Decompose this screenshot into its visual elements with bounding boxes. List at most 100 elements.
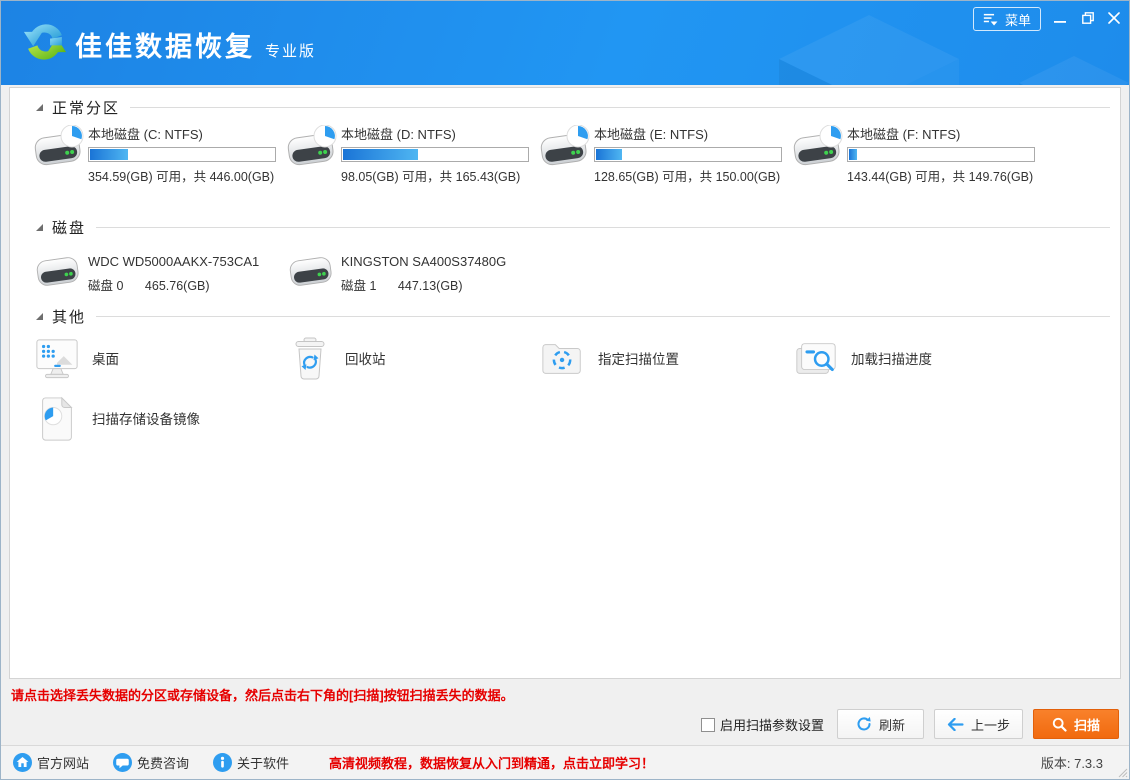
other-item-specify-location[interactable]: 指定扫描位置 [538,335,791,385]
partition-name: 本地磁盘 (D: NTFS) [341,121,538,143]
close-icon [1108,12,1120,24]
scan-settings-label: 启用扫描参数设置 [720,715,824,734]
official-website-link[interactable]: 官方网站 [13,753,89,772]
usage-bar [594,147,782,162]
restore-button[interactable] [1077,7,1099,29]
scan-settings-checkbox-group[interactable]: 启用扫描参数设置 [701,715,824,734]
section-title: 其他 [52,306,86,327]
back-label: 上一步 [971,715,1010,734]
free-consultation-link[interactable]: 免费咨询 [113,753,189,772]
usage-bar-fill [596,149,622,160]
partition-usage-text: 98.05(GB) 可用，共 165.43(GB) [341,166,538,185]
partition-name: 本地磁盘 (C: NTFS) [88,121,285,143]
resize-grip[interactable] [1116,766,1128,778]
partition-item-f[interactable]: 本地磁盘 (F: NTFS) 143.44(GB) 可用，共 149.76(GB… [791,121,1044,183]
disks-row: WDC WD5000AAKX-753CA1 磁盘 0 465.76(GB) KI… [32,248,1110,298]
partition-drive-icon [285,125,337,173]
other-item-recycle-bin[interactable]: 回收站 [285,335,538,385]
partition-item-d[interactable]: 本地磁盘 (D: NTFS) 98.05(GB) 可用，共 165.43(GB) [285,121,538,183]
disk-item-1[interactable]: KINGSTON SA400S37480G 磁盘 1 447.13(GB) [285,248,538,298]
partition-name: 本地磁盘 (F: NTFS) [847,121,1044,143]
usage-bar [88,147,276,162]
folder-target-icon [540,336,586,382]
restore-icon [1082,12,1094,24]
refresh-label: 刷新 [879,715,905,734]
back-button[interactable]: 上一步 [934,709,1023,739]
section-divider [96,316,1110,317]
instruction-hint: 请点击选择丢失数据的分区或存储设备，然后点击右下角的[扫描]按钮扫描丢失的数据。 [11,685,514,704]
partition-item-e[interactable]: 本地磁盘 (E: NTFS) 128.65(GB) 可用，共 150.00(GB… [538,121,791,183]
collapse-triangle-icon [36,104,43,111]
minimize-button[interactable] [1049,7,1071,29]
refresh-icon [856,716,872,732]
other-item-scan-image[interactable]: 扫描存储设备镜像 [32,395,285,445]
official-website-label: 官方网站 [37,753,89,772]
menu-label: 菜单 [1005,10,1031,29]
about-software-link[interactable]: 关于软件 [213,753,289,772]
menu-button[interactable]: 菜单 [973,7,1041,31]
partition-name: 本地磁盘 (E: NTFS) [594,121,791,143]
home-icon [13,753,32,772]
header-cubes-decoration [569,1,1129,85]
usage-bar-fill [90,149,128,160]
disk-model: WDC WD5000AAKX-753CA1 [88,248,285,269]
partition-drive-icon [791,125,843,173]
magnifier-icon [1052,717,1067,732]
section-header-disks[interactable]: 磁盘 [10,216,1120,238]
partitions-row: 本地磁盘 (C: NTFS) 354.59(GB) 可用，共 446.00(GB… [32,121,1110,183]
partition-drive-icon [32,125,84,173]
usage-bar-fill [343,149,418,160]
disk-model: KINGSTON SA400S37480G [341,248,538,269]
other-item-load-progress[interactable]: 加载扫描进度 [791,335,1044,385]
usage-bar-fill [849,149,857,160]
section-title: 正常分区 [52,97,120,118]
disk-drive-icon [32,250,84,292]
app-logo-icon [18,15,72,69]
refresh-button[interactable]: 刷新 [837,709,924,739]
load-progress-icon [793,336,839,382]
footer-bar: 官方网站 免费咨询 关于软件 高清视频教程，数据恢复从入门到精通，点击立即学习！… [1,745,1129,779]
arrow-left-icon [947,718,964,731]
app-title: 佳佳数据恢复 [75,32,255,62]
about-software-label: 关于软件 [237,753,289,772]
device-list-panel: 正常分区 本地磁盘 (C: NTFS) 354.59(GB) 可用，共 446.… [9,87,1121,679]
recycle-bin-icon [287,336,333,382]
close-button[interactable] [1103,7,1125,29]
scan-button[interactable]: 扫描 [1033,709,1119,739]
desktop-icon [34,336,80,382]
usage-bar [847,147,1035,162]
partition-usage-text: 354.59(GB) 可用，共 446.00(GB) [88,166,285,185]
disk-label: 磁盘 0 [88,279,123,293]
section-header-others[interactable]: 其他 [10,305,1120,327]
app-title-group: 佳佳数据恢复专业版 [75,25,316,64]
disk-capacity: 465.76(GB) [145,279,210,293]
disk-image-icon [34,396,80,442]
other-item-desktop[interactable]: 桌面 [32,335,285,385]
disk-drive-icon [285,250,337,292]
section-divider [130,107,1110,108]
partition-drive-icon [538,125,590,173]
partition-usage-text: 143.44(GB) 可用，共 149.76(GB) [847,166,1044,185]
collapse-triangle-icon [36,313,43,320]
others-row-2: 扫描存储设备镜像 [32,395,1110,445]
section-title: 磁盘 [52,217,86,238]
collapse-triangle-icon [36,224,43,231]
partition-usage-text: 128.65(GB) 可用，共 150.00(GB) [594,166,791,185]
scan-settings-checkbox[interactable] [701,718,715,732]
info-icon [213,753,232,772]
section-header-partitions[interactable]: 正常分区 [10,96,1120,118]
menu-icon [983,12,1000,26]
usage-bar [341,147,529,162]
free-consultation-label: 免费咨询 [137,753,189,772]
section-divider [96,227,1110,228]
partition-item-c[interactable]: 本地磁盘 (C: NTFS) 354.59(GB) 可用，共 446.00(GB… [32,121,285,183]
disk-item-0[interactable]: WDC WD5000AAKX-753CA1 磁盘 0 465.76(GB) [32,248,285,298]
others-row-1: 桌面 回收站 指定扫描位置 加载扫描进度 [32,335,1110,385]
scan-label: 扫描 [1074,715,1100,734]
edition-badge: 专业版 [265,43,316,60]
minimize-icon [1054,12,1066,24]
disk-label: 磁盘 1 [341,279,376,293]
version-label: 版本: 7.3.3 [1041,753,1103,772]
tutorial-promo-link[interactable]: 高清视频教程，数据恢复从入门到精通，点击立即学习！ [329,753,654,772]
disk-capacity: 447.13(GB) [398,279,463,293]
